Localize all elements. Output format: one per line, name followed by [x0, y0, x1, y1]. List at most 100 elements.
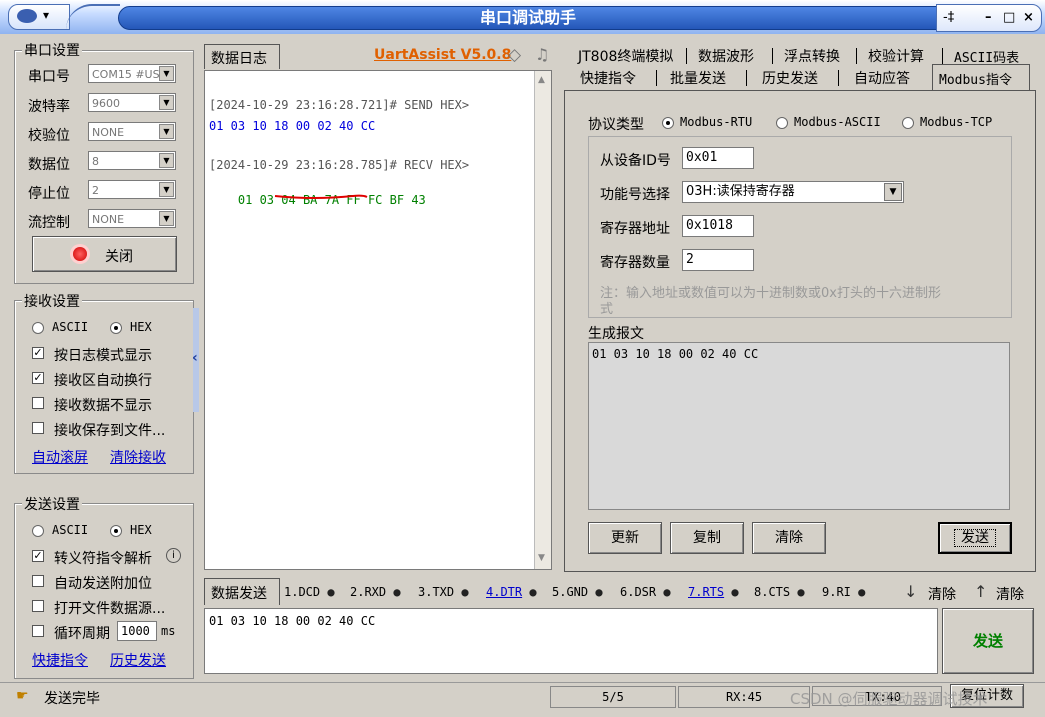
generated-label: 生成报文 [588, 326, 644, 342]
slave-id-input[interactable]: 0x01 [682, 147, 754, 169]
protocol-label: 协议类型 [588, 117, 644, 133]
register-count-input[interactable]: 2 [682, 249, 754, 271]
pin-button[interactable]: -‡ [943, 5, 954, 31]
clear-up-arrow-icon[interactable]: ↑ [974, 582, 987, 601]
update-button[interactable]: 更新 [588, 522, 662, 554]
clear-send-link[interactable]: 清除 [928, 584, 956, 604]
pin-4[interactable]: 4.DTR ● [486, 585, 537, 599]
receive-ascii-radio[interactable] [32, 322, 44, 334]
pin-indicator-icon: ● [656, 585, 671, 599]
log-send-header: [2024-10-29 23:16:28.721]# SEND HEX> [209, 98, 470, 112]
stopbits-select[interactable]: 2 ▼ [88, 180, 176, 199]
tab-history[interactable]: 历史发送 [762, 68, 818, 88]
pin-indicator-icon: ● [522, 585, 537, 599]
tool-tabs: JT808终端模拟 数据波形 浮点转换 校验计算 ASCII码表 快捷指令 批量… [564, 44, 1034, 91]
file-source-checkbox[interactable] [32, 600, 44, 612]
bell-icon[interactable]: ♫ [535, 45, 549, 64]
send-input[interactable]: 01 03 10 18 00 02 40 CC [204, 608, 938, 674]
pin-status-bar: 1.DCD ● 2.RXD ● 3.TXD ● 4.DTR ● 5.GND ● 6.DSR… [284, 584, 884, 604]
scroll-down-icon[interactable]: ▼ [538, 553, 545, 563]
tab-autoreply[interactable]: 自动应答 [854, 68, 910, 88]
parity-select[interactable]: NONE ▼ [88, 122, 176, 141]
register-count-label: 寄存器数量 [600, 255, 670, 271]
copy-button[interactable]: 复制 [670, 522, 744, 554]
pin-8: 8.CTS ● [754, 585, 805, 599]
databits-label: 数据位 [28, 157, 70, 173]
minimize-button[interactable]: – [985, 5, 992, 31]
function-label: 功能号选择 [600, 187, 670, 203]
log-send-data: 01 03 10 18 00 02 40 CC [209, 119, 376, 133]
escape-parse-checkbox[interactable]: ✓ [32, 550, 44, 562]
app-icon [17, 9, 37, 23]
tab-jt808[interactable]: JT808终端模拟 [578, 46, 673, 66]
autoscroll-link[interactable]: 自动滚屏 [32, 447, 88, 467]
clear-receive-button[interactable]: 清除 [996, 584, 1024, 604]
pin-indicator-icon: ● [386, 585, 401, 599]
send-hex-radio[interactable] [110, 525, 122, 537]
log-scrollbar[interactable]: ▲ ▼ [534, 71, 551, 569]
info-icon[interactable]: i [166, 548, 181, 563]
tab-modbus[interactable]: Modbus指令 [932, 64, 1030, 91]
modbus-send-button[interactable]: 发送 [938, 522, 1012, 554]
pin-label: 7.RTS [688, 585, 725, 599]
port-label: 串口号 [28, 69, 70, 85]
send-tab[interactable]: 数据发送 [204, 578, 280, 605]
chevron-down-icon: ▼ [159, 211, 174, 226]
pin-2: 2.RXD ● [350, 585, 401, 599]
clear-button[interactable]: 清除 [752, 522, 826, 554]
pin-5: 5.GND ● [552, 585, 603, 599]
tab-shortcut[interactable]: 快捷指令 [580, 68, 636, 88]
cycle-checkbox[interactable] [32, 625, 44, 637]
log-mode-checkbox[interactable]: ✓ [32, 347, 44, 359]
generated-message[interactable]: 01 03 10 18 00 02 40 CC [588, 342, 1010, 510]
save-to-file-checkbox[interactable] [32, 422, 44, 434]
pin-label: 3.TXD [418, 585, 455, 599]
cycle-period-input[interactable]: 1000 [117, 621, 157, 641]
shortcut-link[interactable]: 快捷指令 [32, 650, 88, 670]
function-select[interactable]: 03H:读保持寄存器 ▼ [682, 181, 904, 203]
maximize-button[interactable]: □ [1003, 5, 1015, 31]
tab-float[interactable]: 浮点转换 [784, 46, 840, 66]
log-area[interactable]: [2024-10-29 23:16:28.721]# SEND HEX> 01 … [204, 70, 552, 570]
receive-hex-radio[interactable] [110, 322, 122, 334]
databits-select[interactable]: 8 ▼ [88, 151, 176, 170]
history-link[interactable]: 历史发送 [110, 650, 166, 670]
chevron-down-icon: ▼ [159, 124, 174, 139]
watermark: CSDN @伺服驱动器调试技术 [790, 690, 988, 708]
window-title: 串口调试助手 [118, 6, 938, 30]
chevron-down-icon: ▼ [159, 182, 174, 197]
parity-label: 校验位 [28, 128, 70, 144]
pin-label: 1.DCD [284, 585, 321, 599]
tab-waveform[interactable]: 数据波形 [698, 46, 754, 66]
append-bits-checkbox[interactable] [32, 575, 44, 587]
flow-select[interactable]: NONE ▼ [88, 209, 176, 228]
system-menu-button[interactable]: ▾ [8, 4, 70, 30]
clear-arrow-icon[interactable]: ↓ [904, 582, 917, 601]
tab-batch[interactable]: 批量发送 [670, 68, 726, 88]
scroll-up-icon[interactable]: ▲ [538, 75, 545, 85]
rtu-radio[interactable] [662, 117, 674, 129]
clear-receive-link[interactable]: 清除接收 [110, 447, 166, 467]
close-port-button[interactable]: 关闭 [32, 236, 177, 272]
slave-id-label: 从设备ID号 [600, 153, 671, 169]
log-tab[interactable]: 数据日志 [204, 44, 280, 69]
brand-link[interactable]: UartAssist V5.0.8 [374, 47, 511, 63]
tab-checksum[interactable]: 校验计算 [868, 46, 924, 66]
diamond-icon[interactable]: ◇ [508, 45, 521, 65]
auto-wrap-checkbox[interactable]: ✓ [32, 372, 44, 384]
stopbits-label: 停止位 [28, 186, 70, 202]
close-button[interactable]: × [1023, 5, 1034, 31]
baud-select[interactable]: 9600 ▼ [88, 93, 176, 112]
pin-3: 3.TXD ● [418, 585, 469, 599]
ascii-radio[interactable] [776, 117, 788, 129]
register-address-input[interactable]: 0x1018 [682, 215, 754, 237]
window-controls: -‡ – □ × [936, 4, 1042, 32]
send-button[interactable]: 发送 [942, 608, 1034, 674]
pin-9: 9.RI ● [822, 585, 865, 599]
port-select[interactable]: COM15 #US ▼ [88, 64, 176, 83]
send-ascii-radio[interactable] [32, 525, 44, 537]
hide-data-checkbox[interactable] [32, 397, 44, 409]
tcp-radio[interactable] [902, 117, 914, 129]
pin-7[interactable]: 7.RTS ● [688, 585, 739, 599]
collapse-arrow-icon[interactable]: ‹ [192, 350, 198, 366]
